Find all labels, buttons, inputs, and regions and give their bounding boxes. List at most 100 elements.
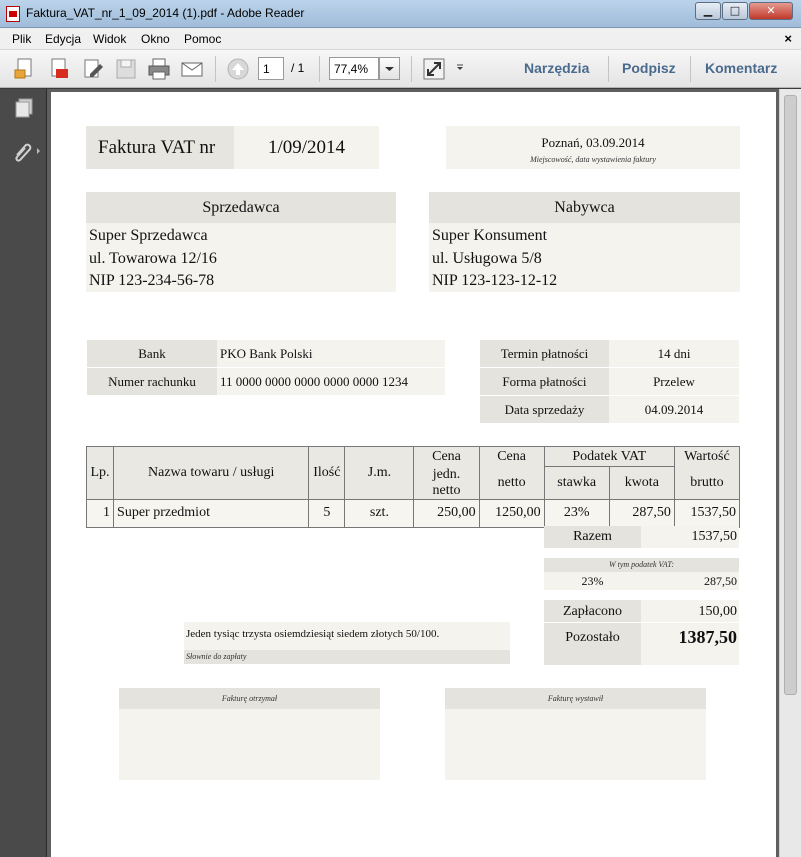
minimize-button[interactable]: ▁ (695, 2, 721, 20)
remaining-value: 1387,50 (678, 627, 738, 647)
invoice-number: 1/09/2014 (267, 137, 346, 158)
amount-words-caption: Słownie do zapłaty (186, 652, 247, 661)
col-lp: Lp. (85, 446, 115, 500)
total-label: Razem (573, 529, 612, 544)
vat-value-cell: 287,50 (641, 572, 739, 590)
vertical-scrollbar[interactable] (779, 89, 801, 857)
seller-details: Super Sprzedawca ul. Towarowa 12/16 NIP … (86, 223, 396, 292)
paid-label: Zapłacono (562, 604, 623, 619)
vat-caption: W tym podatek VAT: (608, 560, 675, 569)
sale-date-value-cell: 04.09.2014 (609, 396, 739, 423)
table-row: 1 Super przedmiot 5 szt. 250,00 1250,00 … (85, 498, 741, 528)
form-label: Forma płatności (502, 374, 587, 389)
form-value: Przelew (653, 374, 695, 389)
toolbar-separator (690, 56, 691, 82)
buyer-nip: NIP 123-123-12-12 (432, 272, 558, 289)
create-pdf-icon[interactable] (46, 56, 72, 82)
close-document-icon[interactable]: × (784, 31, 792, 46)
col-unit-price-1: Cena (413, 446, 480, 467)
menu-edit[interactable]: Edycja (45, 32, 81, 46)
total-value: 1537,50 (691, 529, 738, 544)
buyer-name: Super Konsument (432, 227, 548, 244)
page-thumbnails-icon[interactable] (13, 97, 35, 119)
comment-link[interactable]: Komentarz (705, 60, 777, 76)
toolbar-separator (411, 56, 412, 82)
place-date-caption: Miejscowość, data wystawienia faktury (530, 155, 656, 164)
scrollbar-thumb[interactable] (784, 95, 797, 695)
term-value: 14 dni (657, 346, 691, 361)
sale-date-value: 04.09.2014 (644, 402, 704, 417)
seller-nip: NIP 123-234-56-78 (89, 272, 215, 289)
fit-page-icon[interactable] (421, 56, 447, 82)
tools-link[interactable]: Narzędzia (524, 60, 589, 76)
close-window-button[interactable]: ✕ (749, 2, 793, 20)
sign-link[interactable]: Podpisz (622, 60, 676, 76)
attachments-paperclip-icon[interactable] (11, 139, 43, 163)
total-label-cell: Razem (544, 526, 641, 548)
received-label: Fakturę otrzymał (221, 694, 278, 703)
menu-view[interactable]: Widok (93, 32, 126, 46)
divider (641, 622, 739, 623)
buyer-header-label: Nabywca (554, 199, 615, 216)
edit-document-icon[interactable] (80, 56, 106, 82)
bank-value-cell: PKO Bank Polski (217, 340, 445, 367)
page-number-input[interactable] (258, 57, 284, 80)
buyer-address: ul. Usługowa 5/8 (432, 250, 542, 267)
seller-address: ul. Towarowa 12/16 (89, 250, 217, 267)
more-tools-chevron-icon[interactable] (453, 56, 467, 82)
invoice-title-box: Faktura VAT nr (86, 126, 234, 169)
seller-name: Super Sprzedawca (89, 227, 208, 244)
col-net-2: netto (478, 466, 545, 500)
row-gross: 1537,50 (673, 498, 741, 528)
email-icon[interactable] (179, 56, 205, 82)
adobe-reader-icon (6, 6, 20, 22)
remaining-label: Pozostało (565, 630, 620, 645)
seller-header-label: Sprzedawca (202, 199, 280, 216)
print-icon[interactable] (146, 56, 172, 82)
zoom-dropdown-button[interactable] (379, 57, 400, 80)
menu-file[interactable]: Plik (12, 32, 31, 46)
col-vat-amount: kwota (608, 466, 675, 500)
toolbar: / 1 Narzędzia Podpisz Komentarz (0, 50, 801, 88)
row-unit: szt. (344, 498, 415, 528)
menu-help[interactable]: Pomoc (184, 32, 221, 46)
sale-date-label: Data sprzedaży (504, 402, 585, 417)
pdf-page: Faktura VAT nr 1/09/2014 Poznań, 03.09.2… (51, 92, 776, 857)
row-unit-price: 250,00 (413, 498, 480, 528)
form-value-cell: Przelew (609, 368, 739, 395)
col-vat: Podatek VAT (543, 446, 675, 467)
received-header: Fakturę otrzymał (119, 688, 380, 709)
account-label: Numer rachunku (108, 374, 196, 389)
row-vat-rate: 23% (543, 498, 610, 528)
open-file-icon[interactable] (12, 56, 38, 82)
title-bar: Faktura_VAT_nr_1_09_2014 (1).pdf - Adobe… (0, 0, 801, 28)
bank-label-cell: Bank (87, 340, 217, 367)
paid-remaining-values: 150,00 1387,50 (641, 600, 739, 665)
vat-rate: 23% (581, 574, 604, 588)
paid-remaining-labels: Zapłacono Pozostało (544, 600, 641, 665)
bank-value: PKO Bank Polski (220, 346, 313, 361)
vat-rate-cell: 23% (544, 572, 641, 590)
table-header-row: Lp. Nazwa towaru / usługi Ilość J.m. Cen… (85, 446, 741, 500)
amount-words: Jeden tysiąc trzysta osiemdziesiąt siede… (186, 628, 440, 640)
amount-words-caption-cell: Słownie do zapłaty (184, 650, 510, 664)
page-total-label: / 1 (291, 61, 305, 75)
seller-header: Sprzedawca (86, 192, 396, 223)
toolbar-separator (319, 56, 320, 82)
buyer-header: Nabywca (429, 192, 740, 223)
row-vat-amount: 287,50 (608, 498, 675, 528)
save-icon[interactable] (113, 56, 139, 82)
term-label-cell: Termin płatności (480, 340, 609, 367)
maximize-button[interactable]: □ (722, 2, 748, 20)
divider (544, 622, 641, 623)
col-unit: J.m. (344, 446, 415, 500)
paid-value: 150,00 (698, 604, 738, 619)
place-date: Poznań, 03.09.2014 (541, 135, 645, 150)
previous-page-icon[interactable] (225, 56, 251, 82)
menu-window[interactable]: Okno (141, 32, 170, 46)
col-name: Nazwa towaru / usługi (113, 446, 310, 500)
account-label-cell: Numer rachunku (87, 368, 217, 395)
issued-header: Fakturę wystawił (445, 688, 706, 709)
toolbar-separator (608, 56, 609, 82)
zoom-input[interactable] (329, 57, 379, 80)
